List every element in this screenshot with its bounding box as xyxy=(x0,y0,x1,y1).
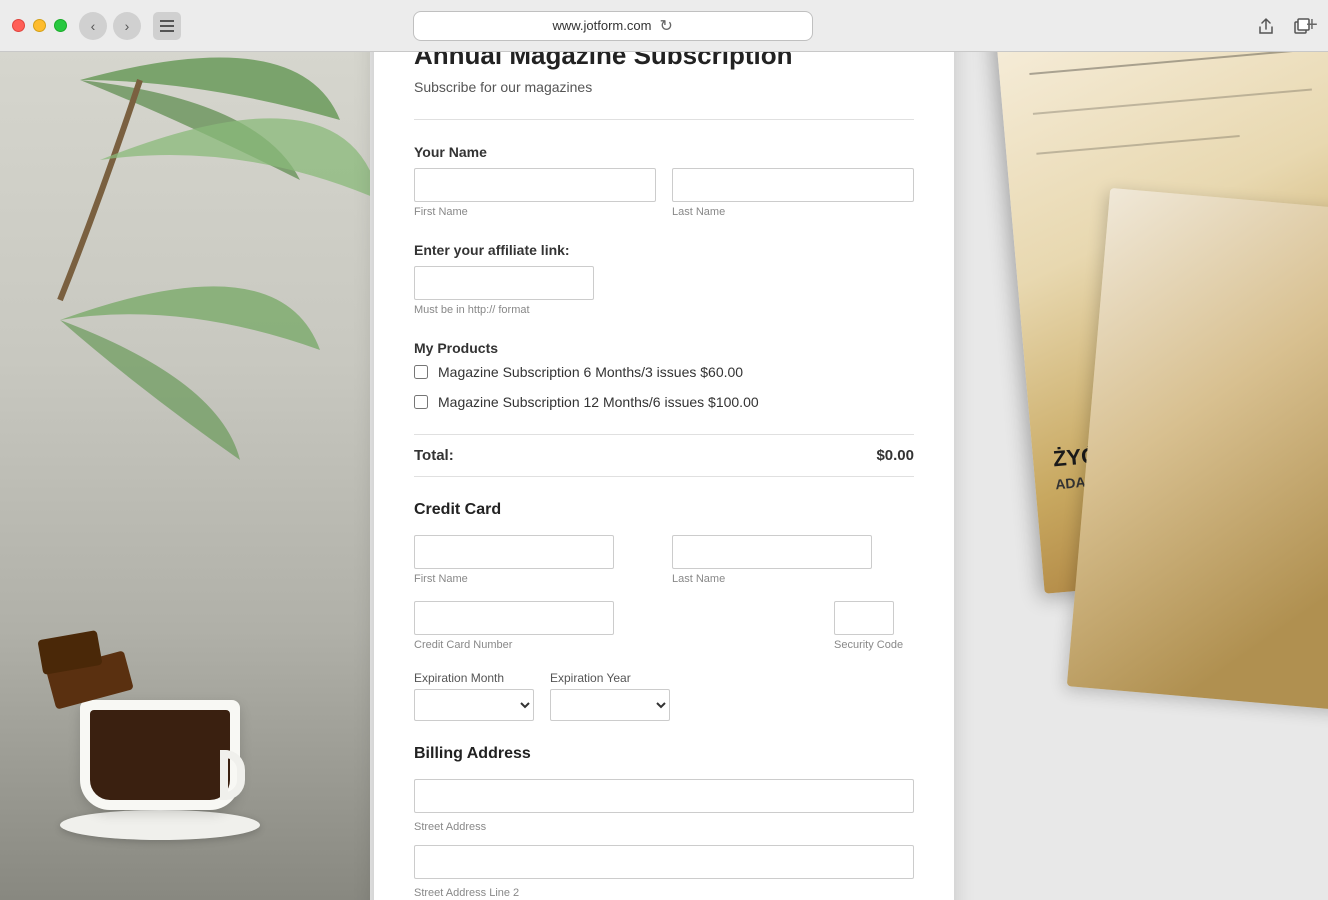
expiry-row: Expiration Month January February March … xyxy=(414,667,914,721)
cc-first-col: First Name xyxy=(414,535,656,585)
cc-security-col: Security Code xyxy=(834,601,914,651)
back-icon: ‹ xyxy=(91,18,96,34)
first-name-col: First Name xyxy=(414,168,656,218)
affiliate-hint: Must be in http:// format xyxy=(414,304,914,316)
browser-window: ŻYĆ LAGOM? ADA 5 FILARÓW Annual Magazine… xyxy=(0,0,1328,900)
plant-decoration xyxy=(0,0,370,500)
address-bar[interactable]: www.jotform.com ↻ xyxy=(413,11,813,41)
coffee-area xyxy=(20,580,300,900)
nav-buttons: ‹ › xyxy=(79,12,141,40)
cc-first-name-input[interactable] xyxy=(414,535,614,569)
product2-item: Magazine Subscription 12 Months/6 issues… xyxy=(414,394,914,410)
affiliate-label: Enter your affiliate link: xyxy=(414,242,914,258)
cc-number-row: Credit Card Number Security Code xyxy=(414,601,914,651)
street2-label: Street Address Line 2 xyxy=(414,887,914,899)
last-name-col: Last Name xyxy=(672,168,914,218)
last-name-label: Last Name xyxy=(672,206,914,218)
products-group: My Products Magazine Subscription 6 Mont… xyxy=(414,340,914,410)
affiliate-input[interactable] xyxy=(414,266,594,300)
product1-item: Magazine Subscription 6 Months/3 issues … xyxy=(414,364,914,380)
street-address-input[interactable] xyxy=(414,779,914,813)
cc-security-input[interactable] xyxy=(834,601,894,635)
url-text: www.jotform.com xyxy=(552,18,651,33)
sidebar-icon xyxy=(160,20,174,32)
total-value: $0.00 xyxy=(876,447,914,464)
product2-label[interactable]: Magazine Subscription 12 Months/6 issues… xyxy=(438,394,759,410)
billing-section: Billing Address Street Address Street Ad… xyxy=(414,745,914,900)
expiry-month-col: Expiration Month January February March … xyxy=(414,667,534,721)
street2-input[interactable] xyxy=(414,845,914,879)
product1-label[interactable]: Magazine Subscription 6 Months/3 issues … xyxy=(438,364,743,380)
reload-icon: ↻ xyxy=(659,16,672,36)
form-divider xyxy=(414,119,914,120)
form-card: Annual Magazine Subscription Subscribe f… xyxy=(374,0,954,900)
street-label: Street Address xyxy=(414,821,914,833)
last-name-input[interactable] xyxy=(672,168,914,202)
cc-number-col: Credit Card Number xyxy=(414,601,818,651)
minimize-button[interactable] xyxy=(33,19,46,32)
credit-card-title: Credit Card xyxy=(414,501,914,519)
your-name-group: Your Name First Name Last Name xyxy=(414,144,914,218)
credit-card-section: Credit Card First Name Last Name xyxy=(414,501,914,721)
expiry-year-select[interactable]: 2024 2025 2026 2027 2028 2029 2030 2031 xyxy=(550,689,670,721)
traffic-lights xyxy=(12,19,67,32)
cc-name-row: First Name Last Name xyxy=(414,535,914,585)
products-label: My Products xyxy=(414,340,914,356)
street2-group: Street Address Line 2 xyxy=(414,845,914,899)
cc-last-name-input[interactable] xyxy=(672,535,872,569)
share-button[interactable] xyxy=(1252,12,1280,40)
new-tab-button[interactable]: + xyxy=(1296,0,1328,51)
back-button[interactable]: ‹ xyxy=(79,12,107,40)
name-row: First Name Last Name xyxy=(414,168,914,218)
cc-last-col: Last Name xyxy=(672,535,914,585)
first-name-input[interactable] xyxy=(414,168,656,202)
expiry-month-label: Expiration Month xyxy=(414,671,534,685)
total-row: Total: $0.00 xyxy=(414,434,914,477)
right-bg: ŻYĆ LAGOM? ADA 5 FILARÓW xyxy=(948,0,1328,900)
cc-first-name-label: First Name xyxy=(414,573,656,585)
expiry-month-select[interactable]: January February March April May June Ju… xyxy=(414,689,534,721)
share-icon xyxy=(1257,17,1275,35)
titlebar: ‹ › www.jotform.com ↻ xyxy=(0,0,1328,52)
billing-title: Billing Address xyxy=(414,745,914,763)
cc-number-input[interactable] xyxy=(414,601,614,635)
sidebar-toggle-button[interactable] xyxy=(153,12,181,40)
first-name-label: First Name xyxy=(414,206,656,218)
close-button[interactable] xyxy=(12,19,25,32)
cc-number-label: Credit Card Number xyxy=(414,639,818,651)
expiry-year-label: Expiration Year xyxy=(550,671,670,685)
cc-security-label: Security Code xyxy=(834,639,914,651)
affiliate-group: Enter your affiliate link: Must be in ht… xyxy=(414,242,914,316)
forward-icon: › xyxy=(125,18,130,34)
expiry-year-col: Expiration Year 2024 2025 2026 2027 2028… xyxy=(550,667,670,721)
cc-last-name-label: Last Name xyxy=(672,573,914,585)
maximize-button[interactable] xyxy=(54,19,67,32)
product2-checkbox[interactable] xyxy=(414,395,428,409)
reload-button[interactable]: ↻ xyxy=(659,16,672,36)
your-name-label: Your Name xyxy=(414,144,914,160)
content-area: ŻYĆ LAGOM? ADA 5 FILARÓW Annual Magazine… xyxy=(0,0,1328,900)
left-bg xyxy=(0,0,370,900)
forward-button[interactable]: › xyxy=(113,12,141,40)
total-label: Total: xyxy=(414,447,454,464)
product1-checkbox[interactable] xyxy=(414,365,428,379)
form-subtitle: Subscribe for our magazines xyxy=(414,79,914,95)
